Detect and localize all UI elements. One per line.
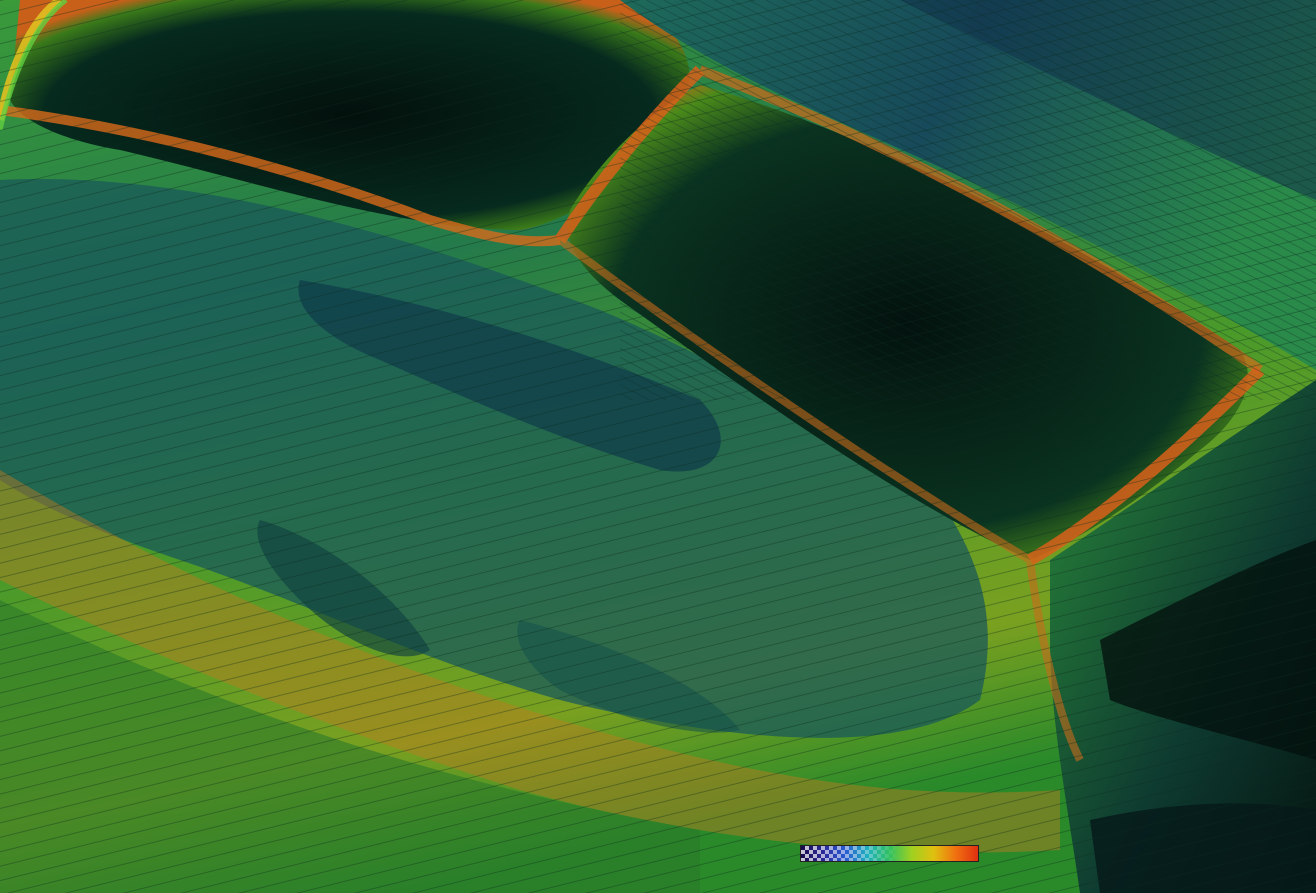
terrain-render bbox=[0, 0, 1316, 893]
terrain-viewport[interactable] bbox=[0, 0, 1316, 893]
colormap-checker-pattern bbox=[801, 846, 978, 861]
colormap-legend bbox=[800, 845, 979, 862]
